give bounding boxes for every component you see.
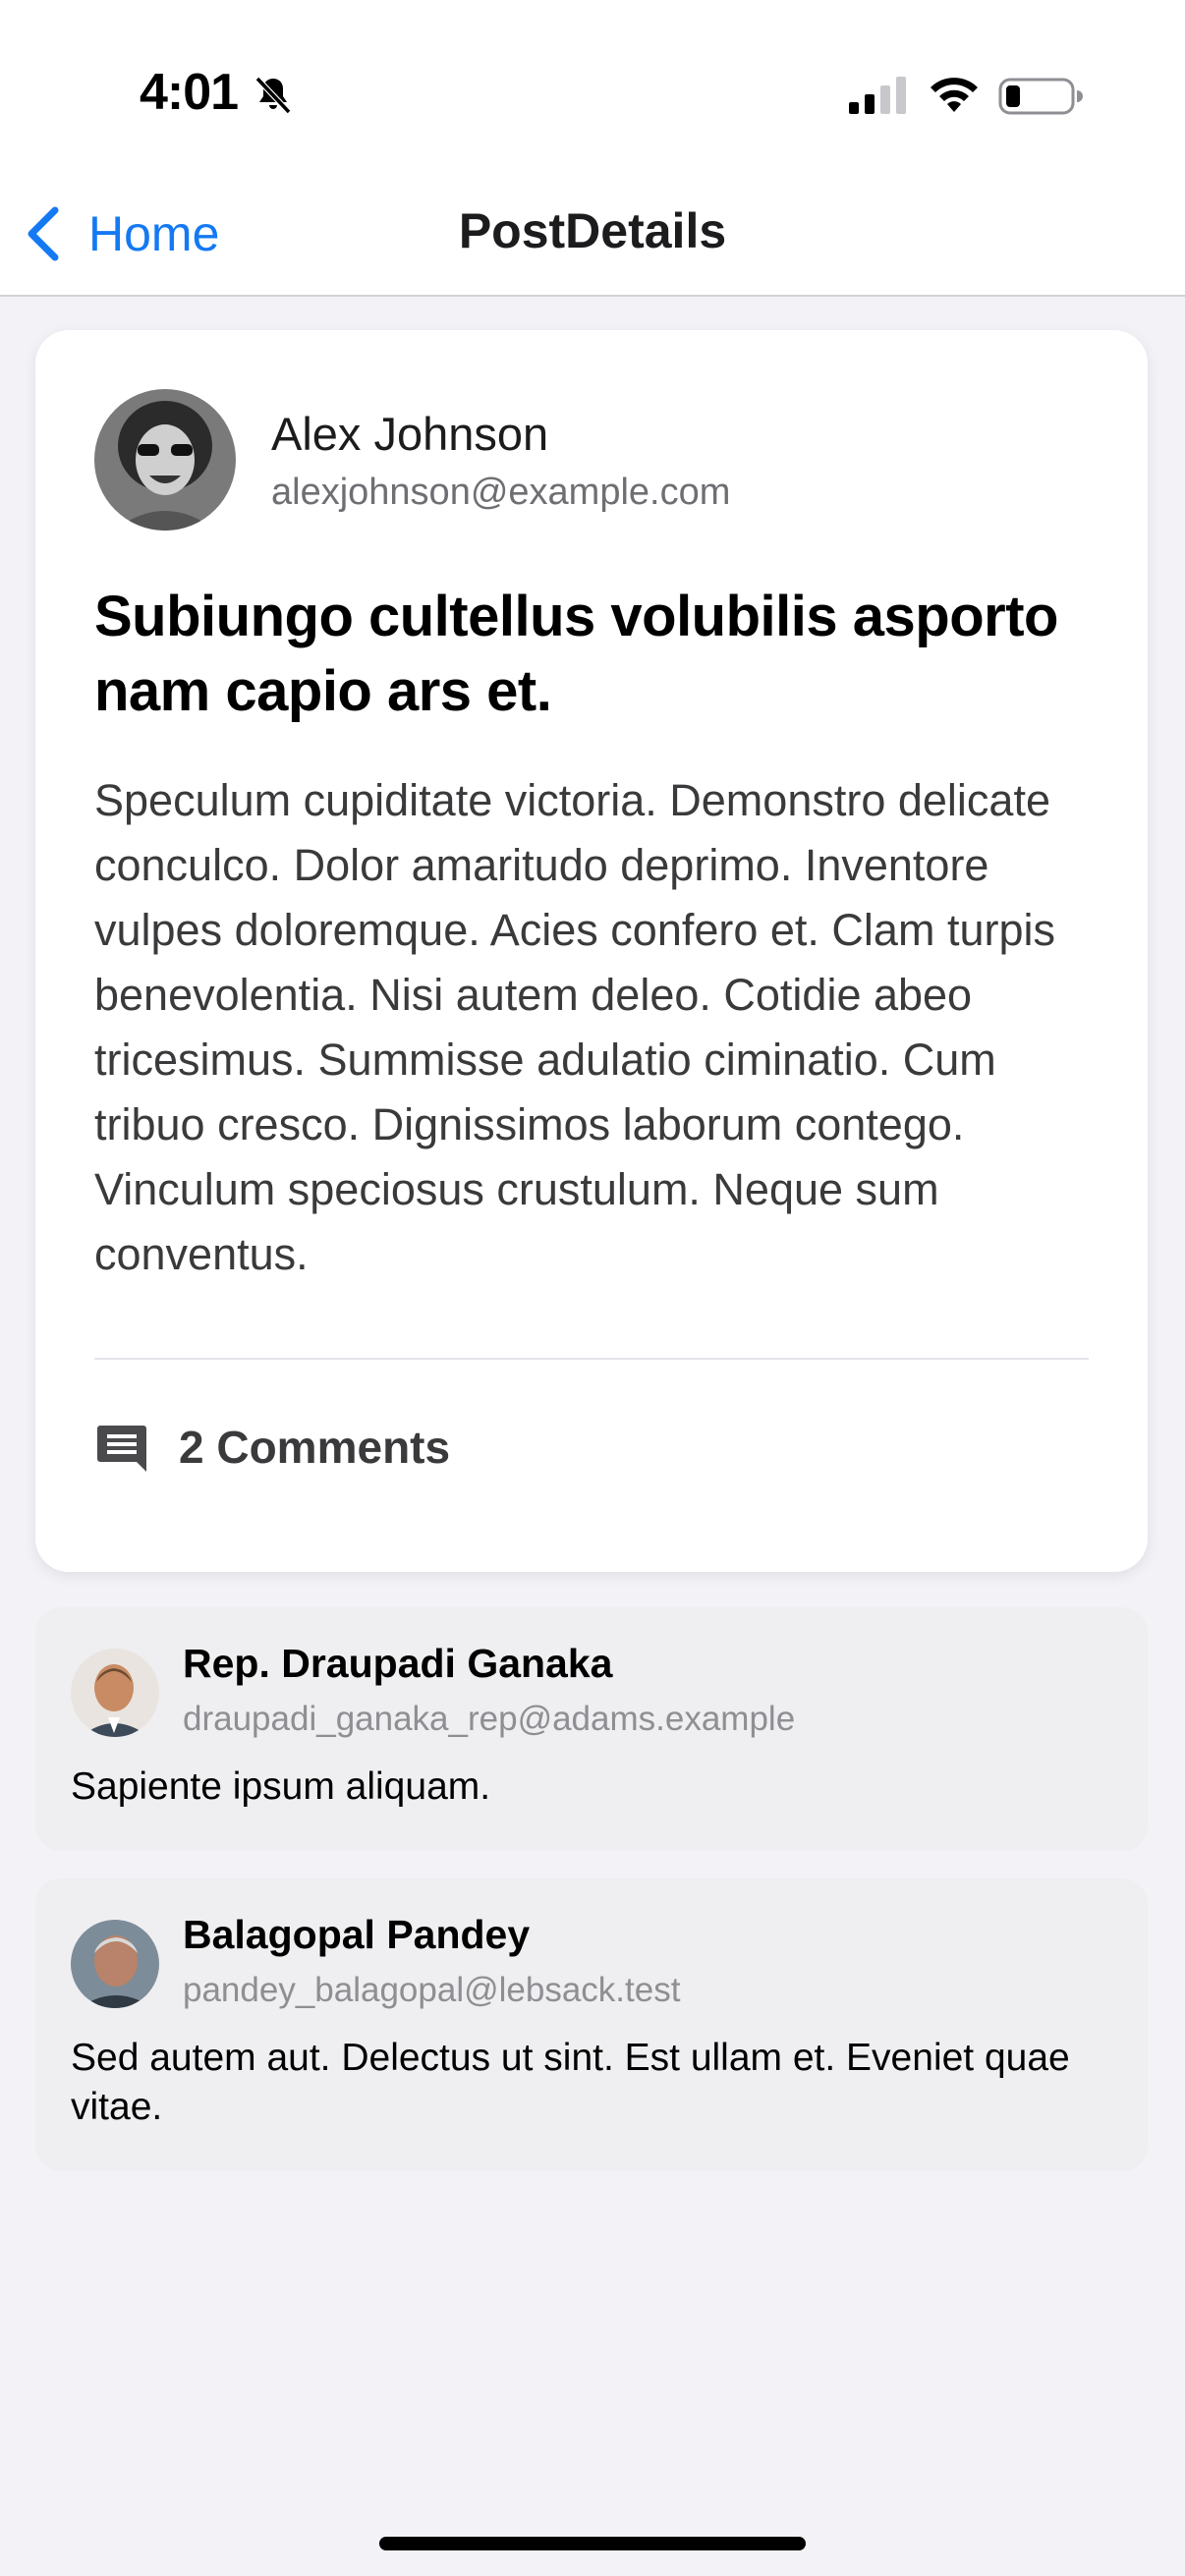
bell-slash-icon [254, 76, 292, 115]
cellular-signal-icon [849, 77, 906, 114]
commenter-email: draupadi_ganaka_rep@adams.example [183, 1700, 796, 1738]
comments-count: 2 Comments [179, 1422, 451, 1473]
home-indicator[interactable] [379, 2537, 806, 2550]
author-name: Alex Johnson [271, 408, 549, 460]
comments-count-row: 2 Comments [94, 1415, 450, 1480]
post-body: Speculum cupiditate victoria. Demonstro … [94, 775, 1055, 1279]
comment-icon [97, 1426, 146, 1472]
page-title: PostDetails [458, 203, 727, 258]
comment-text: Sed autem aut. Delectus ut sint. Est ull… [71, 2037, 1070, 2128]
status-time: 4:01 [140, 64, 239, 121]
commenter-email: pandey_balagopal@lebsack.test [183, 1971, 681, 2009]
author-email: alexjohnson@example.com [271, 472, 731, 513]
commenter-name: Rep. Draupadi Ganaka [183, 1641, 613, 1686]
comment-card: Balagopal Pandey pandey_balagopal@lebsac… [35, 1878, 1148, 2171]
comment-card: Rep. Draupadi Ganaka draupadi_ganaka_rep… [35, 1607, 1148, 1851]
author-avatar [94, 389, 236, 531]
status-bar: 4:01 [0, 0, 1185, 177]
commenter-avatar [71, 1649, 159, 1737]
wifi-icon [931, 78, 978, 112]
post-card: Alex Johnson alexjohnson@example.com Sub… [35, 330, 1148, 1572]
post-title: Subiungo cultellus volubilis asporto nam… [94, 585, 1058, 723]
navigation-bar: Home PostDetails [0, 177, 1185, 297]
battery-low-icon [998, 78, 1083, 115]
comment-text: Sapiente ipsum aliquam. [71, 1765, 491, 1808]
commenter-avatar [71, 1920, 159, 2008]
commenter-name: Balagopal Pandey [183, 1912, 531, 1957]
divider [94, 1358, 1089, 1360]
